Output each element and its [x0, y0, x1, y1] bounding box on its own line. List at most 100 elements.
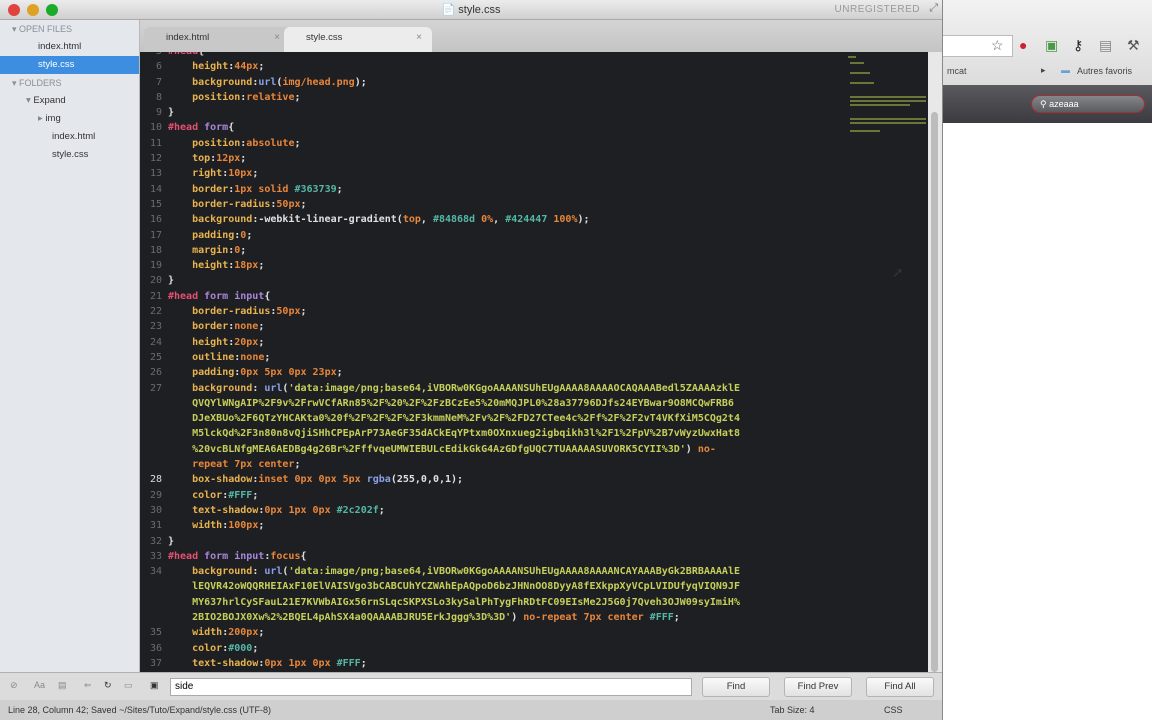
code-line[interactable]: QVQYlWNgAIP%2F9v%2FrwVCfARn85%2F%20%2F%2… [140, 396, 860, 411]
in-selection-toggle-icon[interactable]: ▭ [124, 680, 133, 691]
code-token: 100px [228, 520, 259, 532]
open-file-index-html[interactable]: index.html [0, 38, 139, 56]
page-search-input[interactable]: ⚲ azeaaa [1031, 95, 1145, 113]
code-line[interactable]: MY637hrlCySFauL21E7KVWbAIGx56rnSLqcSKPXS… [140, 595, 860, 610]
code-line[interactable]: 30 text-shadow:0px 1px 0px #2c202f; [140, 503, 860, 518]
code-line[interactable]: 8 position:relative; [140, 90, 860, 105]
highlight-matches-toggle-icon[interactable]: ▣ [150, 680, 159, 691]
tab-style-css[interactable]: style.css × [284, 27, 432, 52]
close-tab-icon[interactable]: × [416, 27, 422, 49]
code-line[interactable]: 34 background: url('data:image/png;base6… [140, 564, 860, 579]
reverse-direction-toggle-icon[interactable]: ⇐ [84, 680, 92, 691]
extension-red-icon[interactable]: ● [1019, 37, 1027, 53]
code-line[interactable]: 10 #head form{ [140, 120, 860, 135]
code-token: 50px [276, 198, 301, 210]
close-tab-icon[interactable]: × [274, 27, 280, 49]
code-line[interactable]: 20} [140, 273, 860, 288]
tree-file-style-css[interactable]: style.css [0, 146, 139, 164]
code-token: :-webkit-linear-gradient( [252, 214, 403, 226]
code-token: height [192, 260, 229, 272]
key-icon[interactable]: ⚷ [1073, 37, 1083, 54]
tree-file-index-html[interactable]: index.html [0, 128, 139, 146]
code-line[interactable]: 25 outline:none; [140, 350, 860, 365]
whole-word-toggle-icon[interactable]: ▤ [58, 680, 67, 691]
code-token: { [198, 52, 204, 57]
code-line[interactable]: 32} [140, 534, 860, 549]
code-line[interactable]: 22 border-radius:50px; [140, 304, 860, 319]
folders-header[interactable]: ▾ FOLDERS [0, 74, 139, 92]
scrollbar-thumb[interactable] [931, 112, 938, 672]
code-line[interactable]: 2BIO2BOJX0Xw%2%2BQEL4pAhSX4a0QAAAABJRU5E… [140, 610, 860, 625]
fullscreen-icon[interactable]: ⤢ [929, 2, 938, 15]
find-all-button[interactable]: Find All [866, 677, 934, 697]
code-line[interactable]: 16 background:-webkit-linear-gradient(to… [140, 212, 860, 227]
code-token: ; [258, 321, 265, 333]
minimap[interactable] [848, 52, 928, 142]
code-line[interactable]: 31 width:100px; [140, 518, 860, 533]
code-line[interactable]: 6 height:44px; [140, 59, 860, 74]
tab-label: index.html [166, 32, 210, 43]
code-line[interactable]: 26 padding:0px 5px 0px 23px; [140, 365, 860, 380]
code-token: 'data:image/png;base64,iVBORw0KGgoAAAANS… [288, 382, 740, 394]
other-bookmarks[interactable]: Autres favoris [1077, 66, 1132, 76]
code-token: background [192, 76, 253, 88]
page-menu-icon[interactable]: ▤ [1099, 37, 1112, 54]
code-line[interactable]: repeat 7px center; [140, 457, 860, 472]
code-line[interactable]: 21 #head form input{ [140, 289, 860, 304]
code-line[interactable]: 23 border:none; [140, 319, 860, 334]
line-number: 14 [149, 183, 162, 195]
wrap-toggle-icon[interactable]: ↻ [104, 680, 112, 691]
find-button[interactable]: Find [702, 677, 770, 697]
status-bar: Line 28, Column 42; Saved ~/Sites/Tuto/E… [0, 700, 942, 720]
code-line[interactable]: 33 #head form input:focus{ [140, 549, 860, 564]
code-line[interactable]: %20vcBLNfgMEA6AEDBg4g26Br%2FffvqeUMWIEBU… [140, 442, 860, 457]
code-line[interactable]: 19 height:18px; [140, 258, 860, 273]
code-line[interactable]: 18 margin:0; [140, 243, 860, 258]
syntax-indicator[interactable]: CSS [884, 700, 903, 720]
find-input[interactable]: side [170, 678, 692, 696]
code-line[interactable]: 13 right:10px; [140, 166, 860, 181]
folder-expand[interactable]: ▾ Expand [0, 92, 139, 110]
code-line[interactable]: 35 width:200px; [140, 625, 860, 640]
extension-green-icon[interactable]: ▣ [1045, 37, 1058, 54]
file-icon: 📄 [441, 4, 459, 16]
case-sensitive-toggle-icon[interactable]: Aa [34, 680, 45, 690]
code-line[interactable]: 14 border:1px solid #363739; [140, 182, 860, 197]
find-prev-button[interactable]: Find Prev [784, 677, 852, 697]
code-token: ) [685, 443, 698, 455]
bookmark-star-icon[interactable]: ☆ [991, 37, 1004, 54]
open-files-header[interactable]: ▾ OPEN FILES [0, 20, 139, 38]
code-line[interactable]: 17 padding:0; [140, 228, 860, 243]
tab-size-indicator[interactable]: Tab Size: 4 [770, 700, 815, 720]
code-token: width [192, 627, 223, 639]
bookmark-item[interactable]: mcat [947, 66, 967, 76]
code-line[interactable]: 15 border-radius:50px; [140, 197, 860, 212]
code-line[interactable]: 12 top:12px; [140, 151, 860, 166]
tab-index-html[interactable]: index.html × [144, 27, 290, 52]
regex-toggle-icon[interactable]: ⊘ [10, 680, 18, 691]
folder-img[interactable]: ▸ img [0, 110, 139, 128]
code-line[interactable]: 27 background: url('data:image/png;base6… [140, 381, 860, 396]
code-token: margin [192, 244, 229, 256]
line-number: 34 [149, 566, 162, 578]
code-line[interactable]: M5lckQd%2F3n80n8vQjiSHhCPEpArP73AeGF35dA… [140, 426, 860, 441]
code-line[interactable]: 9} [140, 105, 860, 120]
vertical-scrollbar[interactable] [928, 52, 942, 672]
code-editor[interactable]: 5#head{6 height:44px;7 background:url(im… [140, 52, 928, 672]
wrench-icon[interactable]: ⚒ [1127, 37, 1140, 54]
code-line[interactable]: 37 text-shadow:0px 1px 0px #FFF; [140, 656, 860, 671]
code-line[interactable]: 5#head{ [140, 52, 860, 59]
code-line[interactable]: 11 position:absolute; [140, 136, 860, 151]
code-token: 0px 5px 0px 23px [240, 367, 337, 379]
code-line[interactable]: DJeXBUo%2F6QTzYHCAKta0%20f%2F%2F%2F%2F3k… [140, 411, 860, 426]
open-file-style-css[interactable]: style.css [0, 56, 139, 74]
code-line[interactable]: 36 color:#000; [140, 641, 860, 656]
code-line[interactable]: lEQVR42oWQQRHEIAxF10ElVAISVgo3bCABCUhYCZ… [140, 579, 860, 594]
bookmark-overflow-icon[interactable]: ▸ [1041, 65, 1046, 76]
code-line[interactable]: 24 height:20px; [140, 335, 860, 350]
code-line[interactable]: 28 box-shadow:inset 0px 0px 5px rgba(255… [140, 472, 860, 487]
code-line[interactable]: 7 background:url(img/head.png); [140, 75, 860, 90]
code-line[interactable]: 29 color:#FFF; [140, 488, 860, 503]
